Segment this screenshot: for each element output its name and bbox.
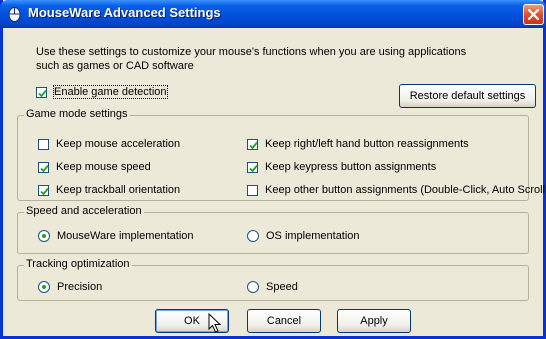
- precision-radio[interactable]: Precision: [38, 281, 102, 293]
- group-title: Speed and acceleration: [24, 205, 144, 217]
- apply-button[interactable]: Apply: [337, 309, 411, 333]
- checkbox-label: Keep trackball orientation: [56, 184, 181, 196]
- keep-mouse-acceleration-checkbox[interactable]: Keep mouse acceleration: [38, 138, 180, 150]
- keep-keypress-assignments-checkbox[interactable]: Keep keypress button assignments: [247, 161, 436, 173]
- checkbox-label: Keep right/left hand button reassignment…: [265, 138, 469, 150]
- checkbox-box[interactable]: [38, 138, 49, 150]
- radio-label: Precision: [57, 281, 103, 293]
- keep-mouse-speed-checkbox[interactable]: Keep mouse speed: [38, 161, 151, 173]
- title-bar[interactable]: MouseWare Advanced Settings: [0, 0, 546, 28]
- keep-other-button-assignments-checkbox[interactable]: Keep other button assignments (Double-Cl…: [247, 184, 546, 196]
- group-title: Tracking optimization: [24, 258, 132, 270]
- intro-line-1: Use these settings to customize your mou…: [36, 46, 467, 58]
- keep-hand-button-reassignments-checkbox[interactable]: Keep right/left hand button reassignment…: [247, 138, 469, 150]
- mouse-pointer-icon: [208, 313, 222, 333]
- checkbox-box[interactable]: [247, 138, 258, 150]
- checkbox-label: Keep keypress button assignments: [265, 161, 437, 173]
- radio-circle[interactable]: [38, 230, 50, 242]
- radio-circle[interactable]: [247, 281, 259, 293]
- window-title: MouseWare Advanced Settings: [28, 5, 221, 20]
- radio-selected-dot: [42, 285, 46, 289]
- checkbox-box[interactable]: [38, 161, 49, 173]
- radio-label: Speed: [266, 281, 298, 293]
- checkbox-label: Keep mouse speed: [56, 161, 151, 173]
- checkmark-icon: [249, 164, 258, 172]
- restore-defaults-button[interactable]: Restore default settings: [399, 84, 536, 108]
- checkmark-icon: [40, 164, 49, 172]
- checkbox-box[interactable]: [247, 184, 258, 196]
- enable-game-detection-checkbox[interactable]: Enable game detection: [36, 85, 168, 99]
- close-button[interactable]: [523, 4, 544, 25]
- checkbox-box[interactable]: [247, 161, 258, 173]
- keep-trackball-orientation-checkbox[interactable]: Keep trackball orientation: [38, 184, 180, 196]
- mouse-app-icon: [8, 7, 21, 22]
- checkbox-label: Keep mouse acceleration: [56, 138, 181, 150]
- checkbox-label: Keep other button assignments (Double-Cl…: [265, 184, 546, 196]
- radio-selected-dot: [42, 234, 46, 238]
- intro-text: Use these settings to customize your mou…: [36, 45, 476, 73]
- mouseware-implementation-radio[interactable]: MouseWare implementation: [38, 230, 194, 242]
- dialog-window: MouseWare Advanced Settings Use these se…: [0, 0, 546, 339]
- radio-circle[interactable]: [247, 230, 259, 242]
- cancel-button[interactable]: Cancel: [247, 309, 321, 333]
- checkmark-icon: [40, 187, 49, 195]
- checkbox-box[interactable]: [38, 184, 49, 196]
- intro-line-2: such as games or CAD software: [36, 60, 194, 72]
- checkbox-box[interactable]: [36, 86, 47, 98]
- radio-circle[interactable]: [38, 281, 50, 293]
- radio-label: MouseWare implementation: [57, 230, 194, 242]
- radio-label: OS implementation: [266, 230, 360, 242]
- checkbox-label: Enable game detection: [53, 85, 168, 99]
- checkmark-icon: [249, 141, 258, 149]
- group-title: Game mode settings: [24, 108, 130, 120]
- os-implementation-radio[interactable]: OS implementation: [247, 230, 360, 242]
- checkmark-icon: [38, 89, 47, 97]
- speed-radio[interactable]: Speed: [247, 281, 298, 293]
- close-icon: [528, 9, 539, 20]
